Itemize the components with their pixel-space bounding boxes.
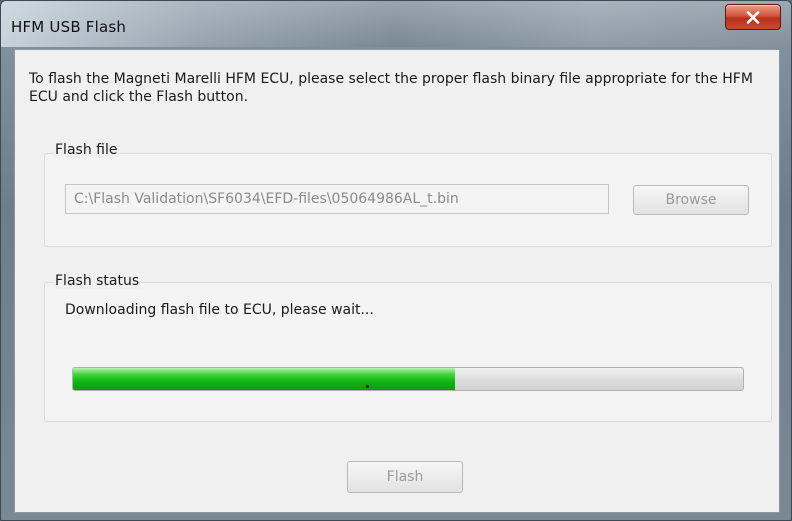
close-icon [746, 10, 760, 24]
flash-file-path-field[interactable]: C:\Flash Validation\SF6034\EFD-files\050… [65, 184, 609, 214]
instructions-text: To flash the Magneti Marelli HFM ECU, pl… [29, 71, 753, 105]
dialog-window: HFM USB Flash To flash the Magneti Marel… [0, 0, 792, 521]
progress-marker [366, 385, 369, 388]
title-bar[interactable]: HFM USB Flash [1, 1, 791, 47]
flash-button[interactable]: Flash [347, 461, 463, 493]
dialog-body: To flash the Magneti Marelli HFM ECU, pl… [14, 49, 780, 513]
close-button[interactable] [725, 4, 781, 30]
window-title: HFM USB Flash [11, 18, 127, 36]
flash-status-message: Downloading flash file to ECU, please wa… [65, 302, 374, 318]
progress-fill [73, 368, 455, 390]
browse-button[interactable]: Browse [633, 185, 749, 215]
flash-status-group-label: Flash status [53, 273, 142, 289]
flash-progress-bar [72, 367, 744, 391]
flash-file-group-label: Flash file [53, 142, 120, 158]
